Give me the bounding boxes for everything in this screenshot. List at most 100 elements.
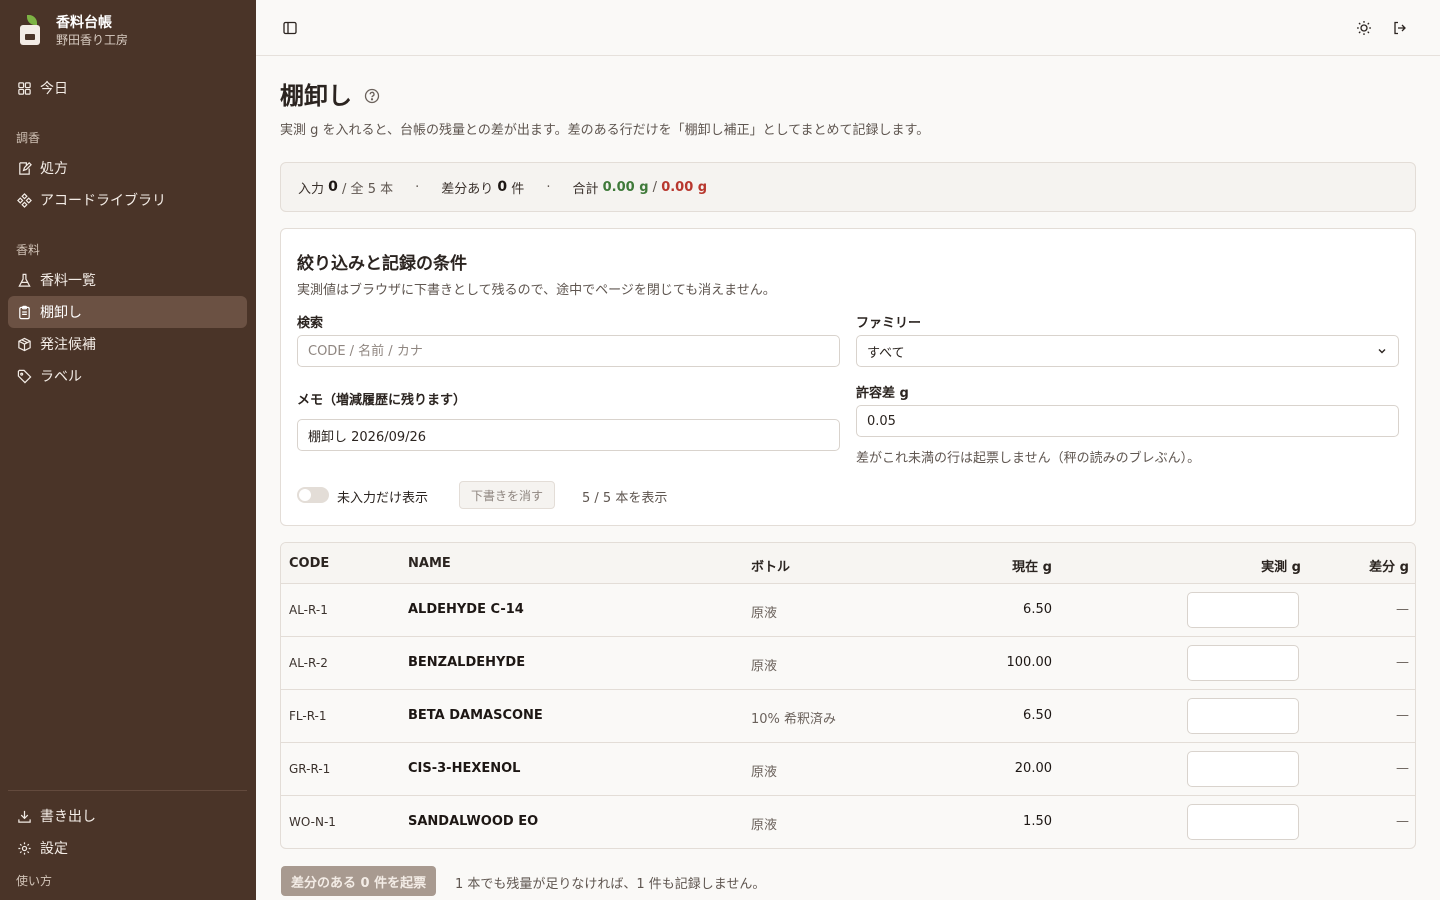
gear-icon [18, 841, 31, 855]
sidebar-item-formulas[interactable]: 処方 [8, 152, 247, 184]
family-select[interactable]: すべて [856, 335, 1399, 367]
cell-code: FL-R-1 [289, 709, 327, 723]
cell-current: 6.50 [1023, 708, 1052, 723]
cell-bottle: 原液 [751, 659, 778, 674]
tolerance-hint: 差がこれ未満の行は起票しません（秤の読みのブレぶん）。 [856, 451, 1201, 466]
dashboard-icon [18, 81, 31, 95]
cell-name: SANDALWOOD EO [408, 814, 539, 829]
table-row: WO-N-1 SANDALWOOD EO 原液 1.50 — [281, 796, 1415, 848]
sidebar-item-label: 処方 [40, 161, 68, 177]
header-measured: 実測 g [1261, 560, 1301, 575]
family-select-value: すべて [867, 345, 905, 361]
cell-diff: — [1396, 761, 1409, 776]
sidebar-item-today[interactable]: 今日 [8, 72, 247, 104]
unentered-only-toggle[interactable] [297, 487, 329, 503]
sidebar-item-labels[interactable]: ラベル [8, 360, 247, 392]
submit-adjustment-button[interactable]: 差分のある 0 件を起票 [281, 866, 437, 896]
cell-code: AL-R-1 [289, 603, 328, 617]
package-icon [18, 337, 31, 351]
toggle-sidebar-button[interactable] [278, 16, 302, 40]
edit-note-icon [19, 161, 32, 175]
measured-input[interactable] [1187, 804, 1299, 840]
logout-button[interactable] [1388, 16, 1412, 40]
submit-note: 1 本でも残量が足りなければ、1 件も記録しません。 [455, 877, 766, 892]
summary-bar: 入力 0 / 全 5 本 · 差分あり 0 件 · 合計 0.00 g / 0.… [280, 162, 1416, 212]
showing-count: 5 / 5 本を表示 [582, 491, 668, 506]
sidebar-item-label: 今日 [40, 81, 68, 97]
unentered-only-label: 未入力だけ表示 [337, 491, 429, 506]
sidebar-item-materials[interactable]: 香料一覧 [8, 264, 247, 296]
sidebar-divider [8, 790, 247, 791]
summary-sum-label: 合計 [572, 181, 599, 197]
sidebar-section-materials: 香料 [16, 243, 41, 257]
measured-input[interactable] [1187, 645, 1299, 681]
summary-sum-slash: / [652, 179, 658, 195]
cell-diff: — [1396, 655, 1409, 670]
brand-subtitle: 野田香り工房 [56, 33, 129, 47]
download-icon [18, 810, 31, 823]
measured-input[interactable] [1187, 751, 1299, 787]
tolerance-input[interactable] [856, 405, 1399, 437]
component-icon [17, 192, 32, 208]
tag-icon [17, 369, 32, 383]
summary-input-count: 0 [328, 179, 338, 195]
search-label: 検索 [297, 316, 324, 331]
header-diff: 差分 g [1369, 560, 1409, 575]
tolerance-label: 許容差 g [856, 386, 909, 401]
table-row: AL-R-2 BENZALDEHYDE 原液 100.00 — [281, 637, 1415, 690]
sidebar-item-stocktake[interactable]: 棚卸し [8, 296, 247, 328]
summary-sum-minus: 0.00 g [661, 179, 708, 195]
cell-current: 20.00 [1014, 761, 1052, 776]
memo-input[interactable] [297, 419, 840, 451]
table-row: AL-R-1 ALDEHYDE C-14 原液 6.50 — [281, 584, 1415, 637]
header-name: NAME [408, 556, 451, 571]
sidebar-item-label: 設定 [40, 841, 68, 857]
summary-diff-unit: 件 [511, 181, 525, 197]
brand-title: 香料台帳 [56, 15, 112, 31]
cell-name: CIS-3-HEXENOL [408, 761, 521, 776]
family-label: ファミリー [856, 316, 922, 331]
cell-code: AL-R-2 [289, 656, 328, 670]
page-description: 実測 g を入れると、台帳の残量との差が出ます。差のある行だけを「棚卸し補正」と… [280, 123, 930, 138]
summary-sum-plus: 0.00 g [602, 179, 649, 195]
summary-separator: · [546, 179, 551, 195]
cell-bottle: 原液 [751, 606, 778, 621]
table-row: FL-R-1 BETA DAMASCONE 10% 希釈済み 6.50 — [281, 690, 1415, 743]
sidebar-item-label: アコードライブラリ [40, 193, 166, 209]
help-circle-icon[interactable] [364, 88, 380, 104]
clear-draft-button[interactable]: 下書きを消す [459, 481, 556, 509]
sidebar-item-accords[interactable]: アコードライブラリ [8, 184, 247, 216]
conditions-title: 絞り込みと記録の条件 [297, 254, 467, 274]
cell-current: 1.50 [1023, 814, 1052, 829]
brand[interactable]: 香料台帳 野田香り工房 [18, 14, 128, 48]
summary-diff-count: 0 [497, 179, 508, 195]
cell-name: ALDEHYDE C-14 [408, 602, 524, 617]
topbar [256, 0, 1440, 56]
cell-code: WO-N-1 [289, 815, 336, 829]
sidebar-item-reorder[interactable]: 発注候補 [8, 328, 247, 360]
cell-diff: — [1396, 814, 1409, 829]
measured-input[interactable] [1187, 698, 1299, 734]
brand-logo-icon [18, 15, 42, 47]
sidebar-item-label: 棚卸し [40, 305, 82, 321]
cell-diff: — [1396, 708, 1409, 723]
summary-diff-label: 差分あり [441, 181, 494, 197]
summary-separator: · [415, 179, 420, 195]
cell-current: 6.50 [1023, 602, 1052, 617]
memo-label: メモ（増減履歴に残ります） [297, 393, 467, 408]
sidebar-item-label: 発注候補 [40, 337, 96, 353]
cell-diff: — [1396, 602, 1409, 617]
table-row: GR-R-1 CIS-3-HEXENOL 原液 20.00 — [281, 743, 1415, 796]
measured-input[interactable] [1187, 592, 1299, 628]
sidebar: 香料台帳 野田香り工房 今日 調香 処方 アコードライブラリ 香料 香料一覧 棚… [0, 0, 256, 900]
page-title: 棚卸し [280, 80, 380, 112]
conditions-description: 実測値はブラウザに下書きとして残るので、途中でページを閉じても消えません。 [297, 283, 776, 298]
cell-bottle: 原液 [751, 818, 778, 833]
sidebar-item-label: ラベル [40, 369, 82, 385]
theme-toggle-button[interactable] [1352, 16, 1376, 40]
sidebar-item-settings[interactable]: 設定 [8, 832, 247, 864]
help-link[interactable]: 使い方 [16, 872, 52, 889]
search-input[interactable] [297, 335, 840, 367]
clipboard-icon [19, 305, 30, 319]
sidebar-item-export[interactable]: 書き出し [8, 800, 247, 832]
